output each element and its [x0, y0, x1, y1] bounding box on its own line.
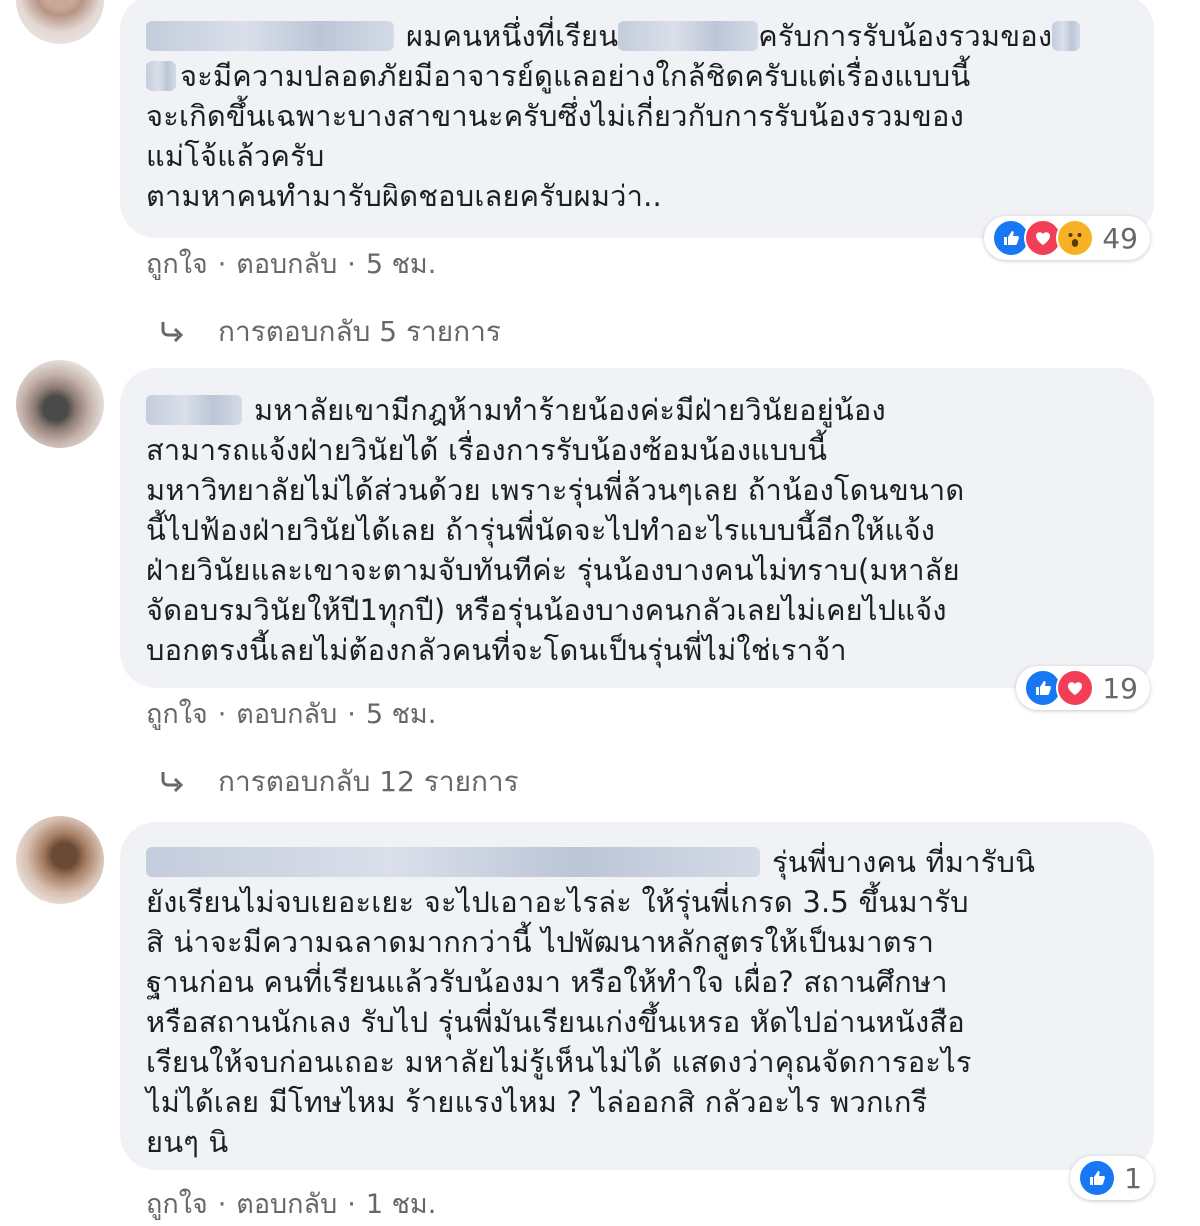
- separator-dot: ·: [347, 1189, 356, 1220]
- avatar[interactable]: [16, 0, 104, 44]
- comment-text-line-3: จะเกิดขึ้นเฉพาะบางสาขานะครับซึ่งไม่เกี่ย…: [146, 99, 964, 133]
- comment-text-line-3: มหาวิทยาลัยไม่ได้ส่วนด้วย เพราะรุ่นพี่ล้…: [146, 473, 965, 507]
- love-icon: [1056, 669, 1095, 707]
- comment-text-line-6: เรียนให้จบก่อนเถอะ มหาลัยไม่รู้เห็นไม่ได…: [146, 1045, 972, 1079]
- comment-text-line-7: บอกตรงนี้เลยไม่ต้องกลัวคนที่จะโดนเป็นรุ่…: [146, 633, 847, 667]
- comment-text-line-2: สามารถแจ้งฝ่ายวินัยได้ เรื่องการรับน้องซ…: [146, 433, 828, 467]
- timestamp[interactable]: 5 ชม.: [366, 249, 436, 280]
- view-replies-label: การตอบกลับ 12 รายการ: [218, 765, 519, 798]
- reply-link[interactable]: ตอบกลับ: [236, 1189, 337, 1220]
- comment-text-line-4: ฐานก่อน คนที่เรียนแล้วรับน้องมา หรือให้ท…: [146, 965, 948, 999]
- comment-actions: ถูกใจ · ตอบกลับ · 5 ชม.: [146, 242, 436, 285]
- comment-text-segment: ครับการรับน้องรวมของ: [758, 19, 1053, 53]
- comment-text-line-1: ผมคนหนึ่งที่เรียน ครับการรับน้องรวมของ: [146, 16, 1114, 56]
- reaction-count: 49: [1102, 221, 1138, 255]
- reaction-count: 19: [1102, 671, 1138, 705]
- reaction-summary[interactable]: 19: [1016, 666, 1150, 710]
- avatar[interactable]: [16, 360, 104, 448]
- comment-text-line-7: ไม่ได้เลย มีโทษไหม ร้ายแรงไหม ? ไล่ออกสิ…: [146, 1085, 928, 1119]
- reaction-count: 1: [1124, 1161, 1142, 1195]
- comment-text-segment: มหาลัยเขามีกฎห้ามทำร้ายน้องค่ะมีฝ่ายวินั…: [254, 393, 886, 427]
- redacted-text: [146, 61, 176, 91]
- comment-actions: ถูกใจ · ตอบกลับ · 1 ชม.: [146, 1182, 436, 1225]
- comment-text-line-8: ยนๆ นิ: [146, 1125, 229, 1159]
- redacted-text: [618, 21, 759, 51]
- comment-bubble: มหาลัยเขามีกฎห้ามทำร้ายน้องค่ะมีฝ่ายวินั…: [120, 368, 1154, 688]
- like-icon: [1078, 1159, 1117, 1197]
- view-replies[interactable]: การตอบกลับ 5 รายการ: [160, 310, 501, 354]
- comment-text-line-4: นี้ไปฟ้องฝ่ายวินัยได้เลย ถ้ารุ่นพี่นัดจะ…: [146, 513, 936, 547]
- comment-text-line-1: มหาลัยเขามีกฎห้ามทำร้ายน้องค่ะมีฝ่ายวินั…: [146, 390, 1114, 430]
- reaction-summary[interactable]: 1: [1070, 1156, 1154, 1200]
- separator-dot: ·: [217, 249, 227, 280]
- reply-arrow-icon: [160, 316, 186, 349]
- comment-text-line-3: สิ น่าจะมีความฉลาดมากกว่านี้ ไปพัฒนาหลัก…: [146, 925, 935, 959]
- comment-text-line-2: จะมีความปลอดภัยมีอาจารย์ดูแลอย่างใกล้ชิด…: [146, 56, 1114, 96]
- separator-dot: ·: [217, 1189, 227, 1220]
- timestamp[interactable]: 1 ชม.: [366, 1189, 436, 1220]
- redacted-username[interactable]: [146, 395, 242, 425]
- comment-text-segment: ผมคนหนึ่งที่เรียน: [406, 19, 619, 53]
- redacted-username[interactable]: [146, 21, 394, 51]
- redacted-username[interactable]: [146, 847, 760, 877]
- reply-link[interactable]: ตอบกลับ: [236, 699, 337, 730]
- comment-text-segment: รุ่นพี่บางคน ที่มารับนิ: [772, 845, 1036, 879]
- like-link[interactable]: ถูกใจ: [146, 249, 208, 280]
- like-link[interactable]: ถูกใจ: [146, 699, 208, 730]
- comment-text-line-4: แม่โจ้แล้วครับ: [146, 139, 325, 173]
- comment-bubble: ผมคนหนึ่งที่เรียน ครับการรับน้องรวมของ จะ…: [120, 0, 1154, 238]
- separator-dot: ·: [347, 699, 356, 730]
- reaction-summary[interactable]: 49: [984, 216, 1150, 260]
- comment-text-line-2: ยังเรียนไม่จบเยอะเยะ จะไปเอาอะไรล่ะ ให้ร…: [146, 885, 969, 919]
- comment-text-line-6: จัดอบรมวินัยให้ปี1ทุกปี) หรือรุ่นน้องบาง…: [146, 593, 947, 627]
- comment-actions: ถูกใจ · ตอบกลับ · 5 ชม.: [146, 692, 436, 735]
- like-link[interactable]: ถูกใจ: [146, 1189, 208, 1220]
- reply-arrow-icon: [160, 766, 186, 799]
- comment-text-line-5: ฝ่ายวินัยและเขาจะตามจับทันทีค่ะ รุ่นน้อง…: [146, 553, 960, 587]
- view-replies[interactable]: การตอบกลับ 12 รายการ: [160, 760, 519, 804]
- reply-link[interactable]: ตอบกลับ: [236, 249, 337, 280]
- timestamp[interactable]: 5 ชม.: [366, 699, 436, 730]
- comment-text-line-1: รุ่นพี่บางคน ที่มารับนิ: [146, 842, 1114, 882]
- comment-text-segment: จะมีความปลอดภัยมีอาจารย์ดูแลอย่างใกล้ชิด…: [180, 59, 971, 93]
- comment-bubble: รุ่นพี่บางคน ที่มารับนิ ยังเรียนไม่จบเยอ…: [120, 822, 1154, 1170]
- comment-text-line-5: ตามหาคนทำมารับผิดชอบเลยครับผมว่า..: [146, 179, 662, 213]
- avatar[interactable]: [16, 816, 104, 904]
- redacted-text: [1052, 21, 1081, 51]
- view-replies-label: การตอบกลับ 5 รายการ: [218, 315, 501, 348]
- wow-icon: [1056, 219, 1095, 257]
- comment-text-line-5: หรือสถานนักเลง รับไป รุ่นพี่มันเรียนเก่ง…: [146, 1005, 965, 1039]
- separator-dot: ·: [217, 699, 227, 730]
- separator-dot: ·: [347, 249, 356, 280]
